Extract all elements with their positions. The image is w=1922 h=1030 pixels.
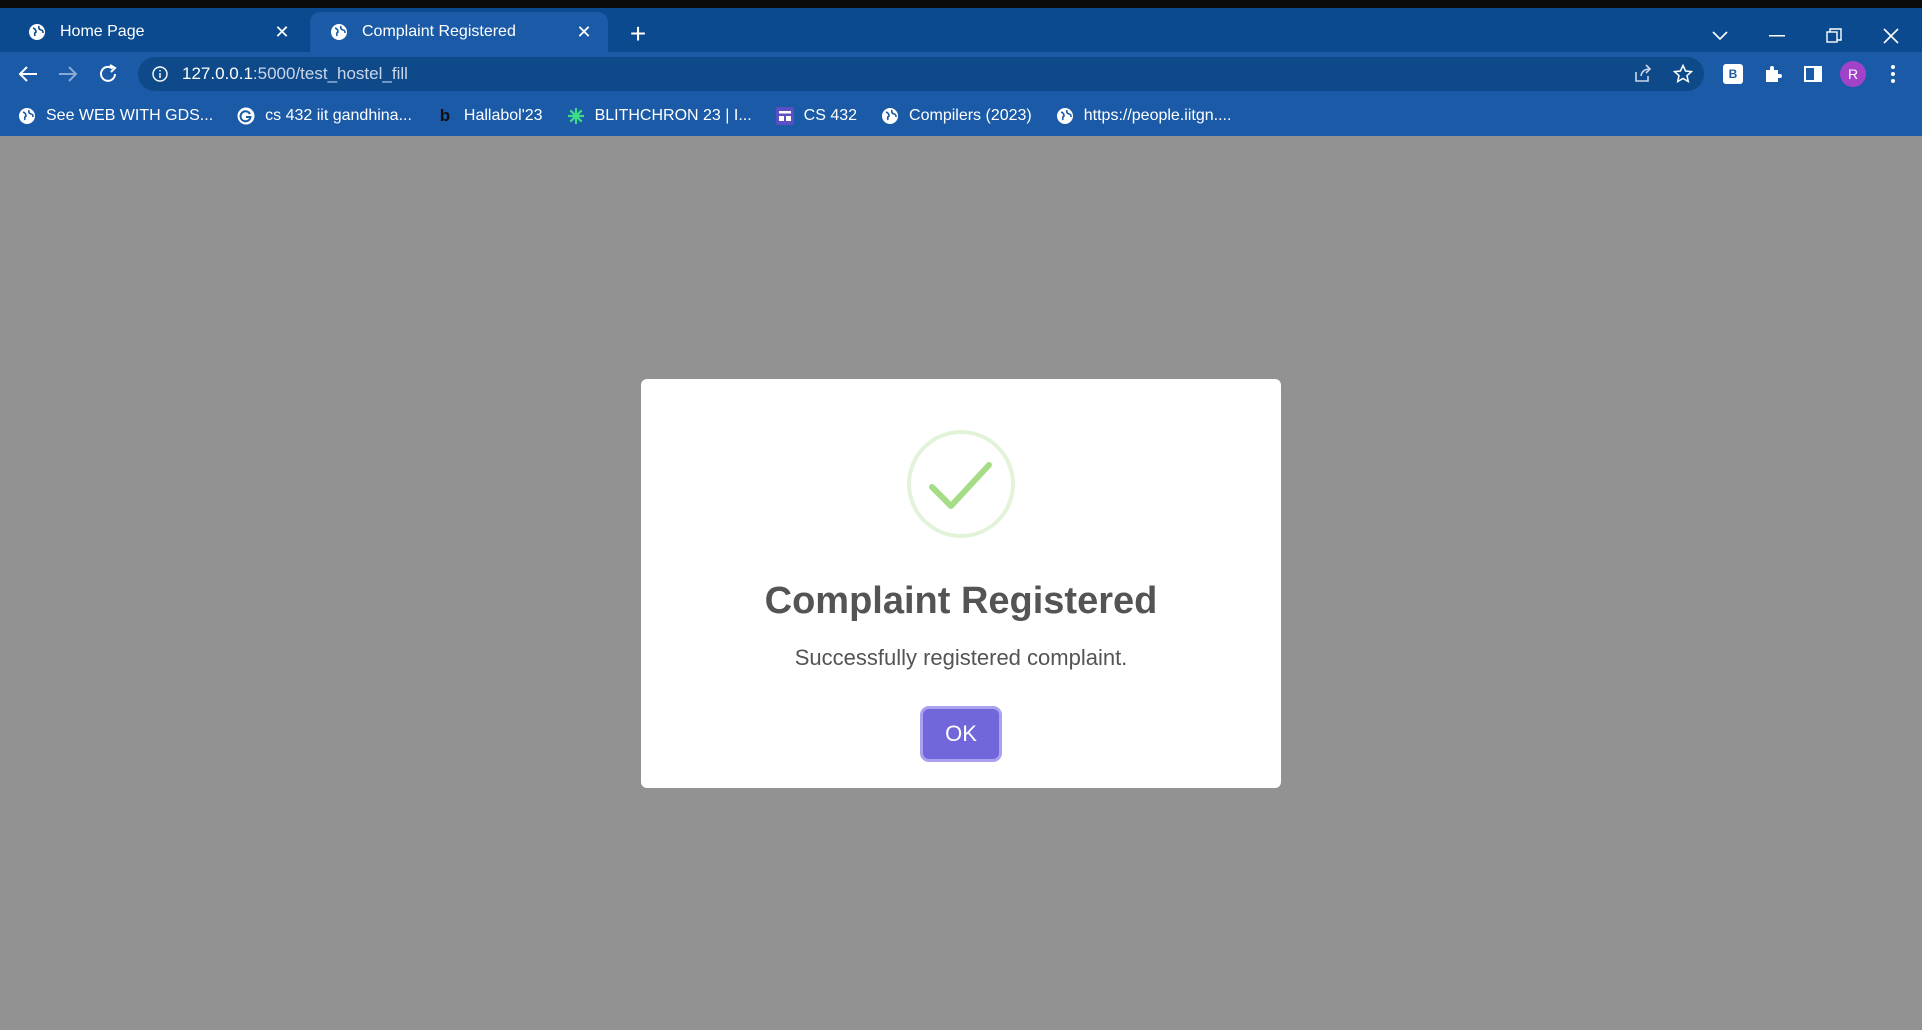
tab-strip: Home Page ✕ Complaint Registered ✕ +: [0, 8, 1922, 52]
success-check-icon: [907, 430, 1015, 538]
google-icon: [237, 107, 255, 125]
tab-search-button[interactable]: [1692, 16, 1748, 56]
bookmark-item[interactable]: CS 432: [775, 107, 858, 125]
info-icon[interactable]: [152, 66, 168, 82]
url-path: :5000/test_hostel_fill: [252, 64, 408, 83]
minimize-icon: [1769, 35, 1785, 37]
bookmark-item[interactable]: cs 432 iit gandhina...: [237, 107, 412, 125]
profile-avatar[interactable]: R: [1840, 61, 1866, 87]
bookmark-star-button[interactable]: [1670, 61, 1696, 87]
share-button[interactable]: [1630, 61, 1656, 87]
address-bar[interactable]: 127.0.0.1:5000/test_hostel_fill: [138, 57, 1704, 91]
bookmark-label: CS 432: [803, 107, 858, 124]
globe-icon: [18, 107, 36, 125]
side-panel-button[interactable]: [1800, 61, 1826, 87]
globe-icon: [331, 24, 347, 40]
dialog-message: Successfully registered complaint.: [794, 645, 1128, 670]
menu-button[interactable]: [1880, 61, 1906, 87]
arrow-left-icon: [18, 66, 37, 82]
tab-home-page[interactable]: Home Page ✕: [8, 12, 306, 52]
extension-badge-label: B: [1728, 67, 1738, 81]
ok-button[interactable]: OK: [923, 709, 999, 759]
board-icon: [775, 107, 794, 125]
globe-icon: [29, 24, 45, 40]
tab-label: Home Page: [60, 23, 145, 40]
share-icon: [1635, 64, 1652, 82]
new-tab-button[interactable]: +: [624, 20, 652, 48]
bookmark-item[interactable]: b Hallabol'23: [436, 106, 543, 125]
bookmark-label: BLITHCHRON 23 | I...: [594, 107, 752, 124]
globe-icon: [881, 107, 899, 125]
globe-icon: [1056, 107, 1074, 125]
bookmark-item[interactable]: See WEB WITH GDS...: [18, 107, 213, 125]
tab-label: Complaint Registered: [362, 23, 516, 40]
window-top-edge: [0, 0, 1922, 8]
chevron-down-icon: [1712, 31, 1728, 41]
browser-toolbar: 127.0.0.1:5000/test_hostel_fill B: [0, 52, 1922, 96]
close-icon[interactable]: ✕: [272, 22, 292, 42]
side-panel-icon: [1804, 66, 1822, 82]
restore-button[interactable]: [1806, 16, 1862, 56]
arrow-right-icon: [59, 66, 78, 82]
extension-b-button[interactable]: B: [1720, 61, 1746, 87]
bookmark-label: Hallabol'23: [463, 107, 543, 124]
bookmark-label: See WEB WITH GDS...: [46, 107, 214, 124]
back-button[interactable]: [14, 60, 42, 88]
bookmark-item[interactable]: BLITHCHRON 23 | I...: [567, 107, 752, 125]
reload-button[interactable]: [94, 60, 122, 88]
bookmark-label: Compilers (2023): [909, 107, 1032, 124]
asterisk-icon: [567, 107, 585, 125]
dialog-title: Complaint Registered: [764, 580, 1158, 622]
minimize-button[interactable]: [1749, 16, 1805, 56]
extensions-button[interactable]: [1760, 61, 1786, 87]
bookmark-label: cs 432 iit gandhina...: [265, 107, 412, 124]
profile-initial: R: [1847, 66, 1859, 82]
kebab-menu-icon: [1891, 65, 1895, 83]
reload-icon: [100, 64, 117, 82]
close-icon: [1883, 28, 1899, 44]
puzzle-icon: [1766, 66, 1782, 82]
extension-b-icon: B: [1723, 64, 1743, 84]
tab-complaint-registered[interactable]: Complaint Registered ✕: [310, 12, 608, 52]
restore-icon: [1826, 28, 1842, 43]
b-logo-icon: b: [439, 106, 451, 125]
bookmark-label: https://people.iitgn....: [1083, 107, 1232, 124]
bookmark-item[interactable]: https://people.iitgn....: [1056, 107, 1232, 125]
close-icon[interactable]: ✕: [574, 22, 594, 42]
url-host: 127.0.0.1: [182, 64, 253, 83]
bookmarks-bar: See WEB WITH GDS... cs 432 iit gandhina.…: [0, 96, 1922, 136]
success-dialog: Complaint Registered Successfully regist…: [641, 379, 1281, 788]
star-icon: [1673, 64, 1693, 83]
bookmark-item[interactable]: Compilers (2023): [881, 107, 1032, 125]
close-window-button[interactable]: [1863, 16, 1919, 56]
forward-button[interactable]: [54, 60, 82, 88]
